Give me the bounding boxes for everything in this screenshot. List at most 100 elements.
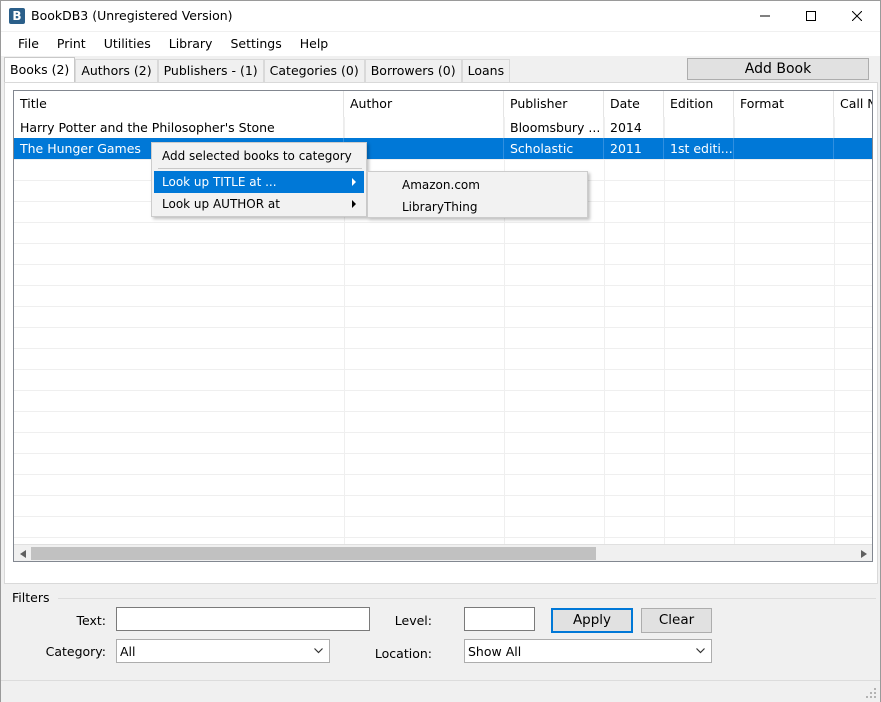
menu-item-label: Look up AUTHOR at xyxy=(162,197,280,211)
column-header-edition[interactable]: Edition xyxy=(664,91,734,117)
row-divider xyxy=(14,306,872,307)
cell-title: Harry Potter and the Philosopher's Stone xyxy=(14,117,344,138)
column-divider xyxy=(664,117,665,557)
row-divider xyxy=(14,453,872,454)
clear-button[interactable]: Clear xyxy=(641,608,712,633)
menu-print[interactable]: Print xyxy=(48,32,95,56)
title-bar[interactable]: B BookDB3 (Unregistered Version) xyxy=(1,1,880,31)
tab-categories[interactable]: Categories (0) xyxy=(263,59,365,82)
row-divider xyxy=(14,243,872,244)
table-row-selected[interactable]: The Hunger Games Scholastic 2011 1st edi… xyxy=(14,138,872,159)
close-button[interactable] xyxy=(834,1,880,31)
row-divider xyxy=(14,348,872,349)
tab-books[interactable]: Books (2) xyxy=(4,57,76,82)
column-divider xyxy=(834,117,835,557)
location-filter-label: Location: xyxy=(374,646,432,661)
menu-item-lookup-title[interactable]: Look up TITLE at ... xyxy=(154,171,364,193)
menu-bar: File Print Utilities Library Settings He… xyxy=(1,32,880,56)
scroll-left-icon[interactable] xyxy=(14,545,31,561)
column-divider xyxy=(734,117,735,557)
menu-item-lookup-author[interactable]: Look up AUTHOR at xyxy=(154,193,364,215)
submenu-arrow-icon xyxy=(352,178,356,186)
text-filter-label: Text: xyxy=(76,613,107,628)
menu-item-add-to-category[interactable]: Add selected books to category xyxy=(154,145,364,167)
column-header-author[interactable]: Author xyxy=(344,91,504,117)
submenu-item-amazon[interactable]: Amazon.com xyxy=(370,173,585,195)
menu-help[interactable]: Help xyxy=(291,32,338,56)
add-book-button[interactable]: Add Book xyxy=(687,58,869,80)
cell-edition xyxy=(664,117,734,138)
minimize-icon xyxy=(760,15,770,17)
cell-call-number xyxy=(834,138,872,159)
location-select-value: Show All xyxy=(468,644,522,659)
menu-file[interactable]: File xyxy=(9,32,48,56)
submenu-item-librarything[interactable]: LibraryThing xyxy=(370,195,585,217)
row-divider xyxy=(14,411,872,412)
row-divider xyxy=(14,516,872,517)
filters-group: Filters Text: Level: Apply Clear Categor… xyxy=(4,588,878,680)
level-filter-label: Level: xyxy=(394,613,432,628)
scroll-right-icon[interactable] xyxy=(855,545,872,561)
books-panel: Title Author Publisher Date Edition Form… xyxy=(4,82,878,584)
chevron-down-icon xyxy=(696,648,705,654)
horizontal-scrollbar[interactable] xyxy=(14,544,872,561)
app-window: B BookDB3 (Unregistered Version) File Pr… xyxy=(0,0,881,702)
cell-publisher: Bloomsbury ... xyxy=(504,117,604,138)
cell-format xyxy=(734,117,834,138)
menu-library[interactable]: Library xyxy=(160,32,222,56)
menu-utilities[interactable]: Utilities xyxy=(95,32,160,56)
lookup-submenu: Amazon.com LibraryThing xyxy=(367,171,588,218)
books-table[interactable]: Title Author Publisher Date Edition Form… xyxy=(13,90,873,562)
row-divider xyxy=(14,495,872,496)
column-header-title[interactable]: Title xyxy=(14,91,344,117)
tab-authors[interactable]: Authors (2) xyxy=(75,59,158,82)
tab-publishers[interactable]: Publishers - (1) xyxy=(157,59,264,82)
tab-strip: Books (2) Authors (2) Publishers - (1) C… xyxy=(4,57,511,82)
apply-button[interactable]: Apply xyxy=(551,608,633,633)
level-filter-input[interactable] xyxy=(464,607,535,631)
row-divider xyxy=(14,432,872,433)
column-header-call-number[interactable]: Call N xyxy=(834,91,872,117)
scrollbar-thumb[interactable] xyxy=(31,547,596,560)
cell-call-number xyxy=(834,117,872,138)
text-filter-input[interactable] xyxy=(116,607,370,631)
cell-date: 2011 xyxy=(604,138,664,159)
group-divider xyxy=(58,598,876,599)
tab-borrowers[interactable]: Borrowers (0) xyxy=(364,59,462,82)
cell-edition: 1st editi... xyxy=(664,138,734,159)
menu-settings[interactable]: Settings xyxy=(221,32,290,56)
tab-loans[interactable]: Loans xyxy=(461,59,511,82)
table-header: Title Author Publisher Date Edition Form… xyxy=(14,91,872,117)
column-header-date[interactable]: Date xyxy=(604,91,664,117)
row-divider xyxy=(14,390,872,391)
cell-author xyxy=(344,138,504,159)
row-divider xyxy=(14,159,872,160)
column-divider xyxy=(604,117,605,557)
table-row[interactable]: Harry Potter and the Philosopher's Stone… xyxy=(14,117,872,138)
row-divider xyxy=(14,474,872,475)
row-divider xyxy=(14,285,872,286)
column-header-format[interactable]: Format xyxy=(734,91,834,117)
row-divider xyxy=(14,264,872,265)
window-title: BookDB3 (Unregistered Version) xyxy=(31,8,233,23)
menu-item-label: Look up TITLE at ... xyxy=(162,175,277,189)
cell-format xyxy=(734,138,834,159)
row-divider xyxy=(14,369,872,370)
column-header-publisher[interactable]: Publisher xyxy=(504,91,604,117)
category-filter-label: Category: xyxy=(45,644,106,659)
context-menu: Add selected books to category Look up T… xyxy=(151,142,367,217)
maximize-button[interactable] xyxy=(788,1,834,31)
row-divider xyxy=(14,537,872,538)
minimize-button[interactable] xyxy=(742,1,788,31)
menu-separator xyxy=(158,168,362,169)
cell-author xyxy=(344,117,504,138)
cell-publisher: Scholastic xyxy=(504,138,604,159)
status-bar xyxy=(1,680,880,702)
category-select[interactable]: All xyxy=(116,639,330,663)
resize-grip-icon[interactable] xyxy=(865,687,877,699)
app-logo-icon: B xyxy=(9,8,25,24)
location-select[interactable]: Show All xyxy=(464,639,712,663)
submenu-arrow-icon xyxy=(352,200,356,208)
close-icon xyxy=(852,11,862,21)
menu-item-label: Add selected books to category xyxy=(162,149,352,163)
